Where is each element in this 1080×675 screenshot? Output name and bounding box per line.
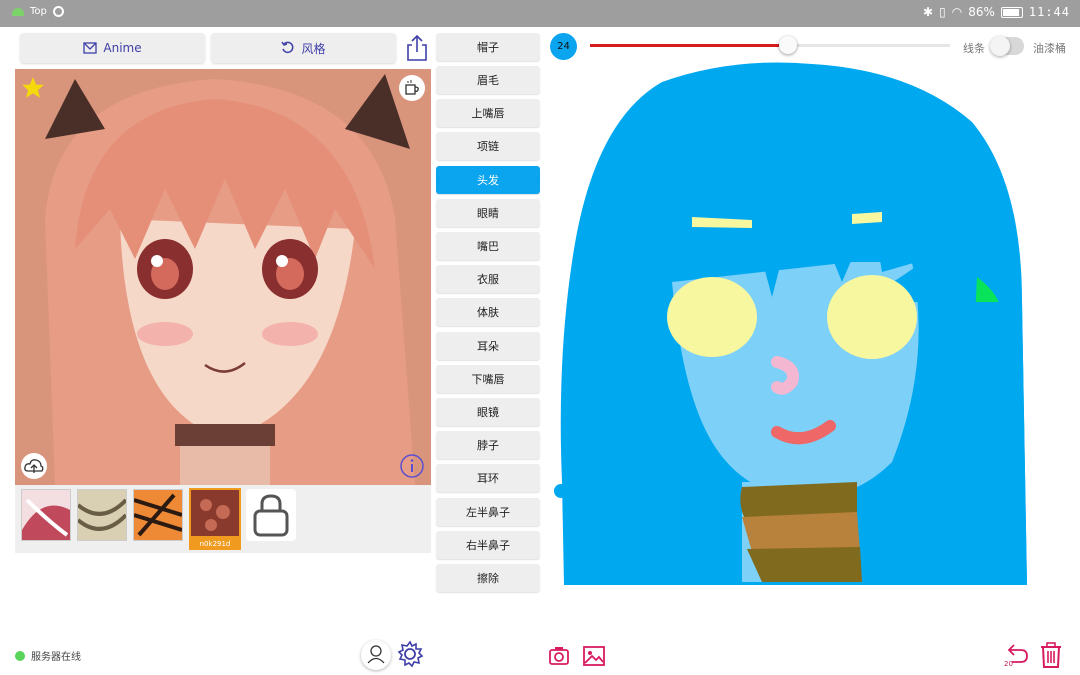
camera-icon[interactable]: [548, 645, 570, 667]
app-label: Top: [30, 6, 47, 17]
mail-icon: [83, 42, 98, 54]
part-label: 上嘴唇: [471, 107, 505, 120]
slider-thumb[interactable]: [779, 36, 797, 54]
part-earrings-button[interactable]: 耳环: [436, 464, 540, 492]
part-neck-button[interactable]: 脖子: [436, 431, 540, 459]
part-label: 耳朵: [477, 340, 499, 353]
rotate-icon: [281, 41, 294, 54]
part-ears-button[interactable]: 耳朵: [436, 332, 540, 360]
anime-portrait: [15, 69, 431, 485]
part-skin-button[interactable]: 体肤: [436, 298, 540, 326]
style-button[interactable]: 风格: [211, 33, 396, 63]
part-label: 眼睛: [477, 207, 499, 220]
vibrate-icon: ▯: [939, 5, 946, 19]
part-hair-button[interactable]: 头发: [436, 166, 540, 194]
brush-size-value: 24: [557, 41, 570, 52]
toggle-knob: [990, 36, 1010, 56]
part-label: 体肤: [477, 306, 499, 319]
part-label: 嘴巴: [477, 240, 499, 253]
cloud-upload-icon: [24, 459, 44, 473]
slider-fill: [590, 44, 788, 47]
settings-gear-icon[interactable]: [396, 640, 424, 668]
thumbnail-image: [134, 490, 182, 540]
battery-icon: [1000, 6, 1023, 18]
part-label: 衣服: [477, 273, 499, 286]
part-label: 下嘴唇: [471, 373, 505, 386]
segmentation-sketch: [552, 62, 1032, 592]
thumbnail-image: [78, 490, 126, 540]
part-label: 眉毛: [477, 74, 499, 87]
part-necklace-button[interactable]: 项链: [436, 132, 540, 160]
thumbnail-image: [22, 490, 70, 540]
thumbnail-label: n0k291d: [199, 540, 231, 548]
part-lower-lip-button[interactable]: 下嘴唇: [436, 365, 540, 393]
upload-button[interactable]: [21, 453, 47, 479]
thumbnail-style-4[interactable]: n0k291d: [189, 488, 241, 550]
part-right-nose-button[interactable]: 右半鼻子: [436, 531, 540, 559]
server-status: 服务器在线: [15, 648, 81, 663]
style-label: 风格: [301, 41, 326, 56]
part-label: 头发: [477, 174, 499, 187]
part-label: 帽子: [477, 41, 499, 54]
line-mode-label: 线条: [963, 42, 985, 55]
gallery-image-icon[interactable]: [582, 645, 606, 667]
battery-percent: 86%: [968, 5, 995, 19]
part-label: 眼镜: [477, 406, 499, 419]
locked-style-slot[interactable]: [246, 489, 296, 541]
thumbnail-style-3[interactable]: [133, 489, 183, 541]
clock: 11:44: [1028, 5, 1070, 19]
part-left-nose-button[interactable]: 左半鼻子: [436, 498, 540, 526]
coffee-button[interactable]: [399, 75, 425, 101]
part-hat-button[interactable]: 帽子: [436, 33, 540, 61]
part-glasses-button[interactable]: 眼镜: [436, 398, 540, 426]
part-eyes-button[interactable]: 眼睛: [436, 199, 540, 227]
share-icon[interactable]: [403, 34, 431, 62]
thumbnail-style-1[interactable]: [21, 489, 71, 541]
part-clothes-button[interactable]: 衣服: [436, 265, 540, 293]
status-bar: Top ✱ ▯ ◠ 86% 11:44: [0, 0, 1080, 27]
trash-icon[interactable]: [1039, 641, 1063, 669]
line-fill-toggle[interactable]: [990, 36, 1024, 56]
style-thumbnail-row: n0k291d: [15, 485, 431, 553]
wifi-icon: ◠: [951, 5, 963, 19]
part-label: 擦除: [477, 572, 499, 585]
part-label: 项链: [477, 140, 499, 153]
fill-mode-label: 油漆桶: [1033, 42, 1066, 55]
brush-size-slider[interactable]: [590, 36, 950, 54]
brush-size-indicator: 24: [550, 33, 577, 60]
drawing-canvas[interactable]: [552, 62, 1032, 592]
status-bar-left: Top: [12, 6, 64, 17]
bluetooth-icon: ✱: [923, 5, 934, 19]
online-status-dot: [15, 650, 25, 661]
user-icon: [367, 645, 385, 664]
part-label: 耳环: [477, 472, 499, 485]
part-label: 左半鼻子: [466, 506, 510, 519]
anime-label: Anime: [103, 41, 142, 55]
lock-icon: [253, 494, 289, 537]
favorite-star-icon[interactable]: [20, 75, 46, 101]
server-status-text: 服务器在线: [31, 652, 81, 663]
part-upper-lip-button[interactable]: 上嘴唇: [436, 99, 540, 127]
part-mouth-button[interactable]: 嘴巴: [436, 232, 540, 260]
anime-button[interactable]: Anime: [20, 33, 205, 63]
undo-count: 20: [1004, 660, 1013, 668]
part-label: 右半鼻子: [466, 539, 510, 552]
user-button[interactable]: [361, 640, 391, 670]
part-eyebrows-button[interactable]: 眉毛: [436, 66, 540, 94]
generated-anime-image: [15, 69, 431, 485]
part-eraser-button[interactable]: 擦除: [436, 564, 540, 592]
ring-icon: [52, 6, 64, 17]
info-icon[interactable]: [399, 453, 425, 479]
thumbnail-image: [191, 490, 239, 536]
coffee-cup-icon: [405, 80, 419, 95]
part-label: 脖子: [477, 439, 499, 452]
thumbnail-style-2[interactable]: [77, 489, 127, 541]
status-bar-right: ✱ ▯ ◠ 86% 11:44: [923, 5, 1070, 19]
android-icon: [12, 7, 24, 16]
